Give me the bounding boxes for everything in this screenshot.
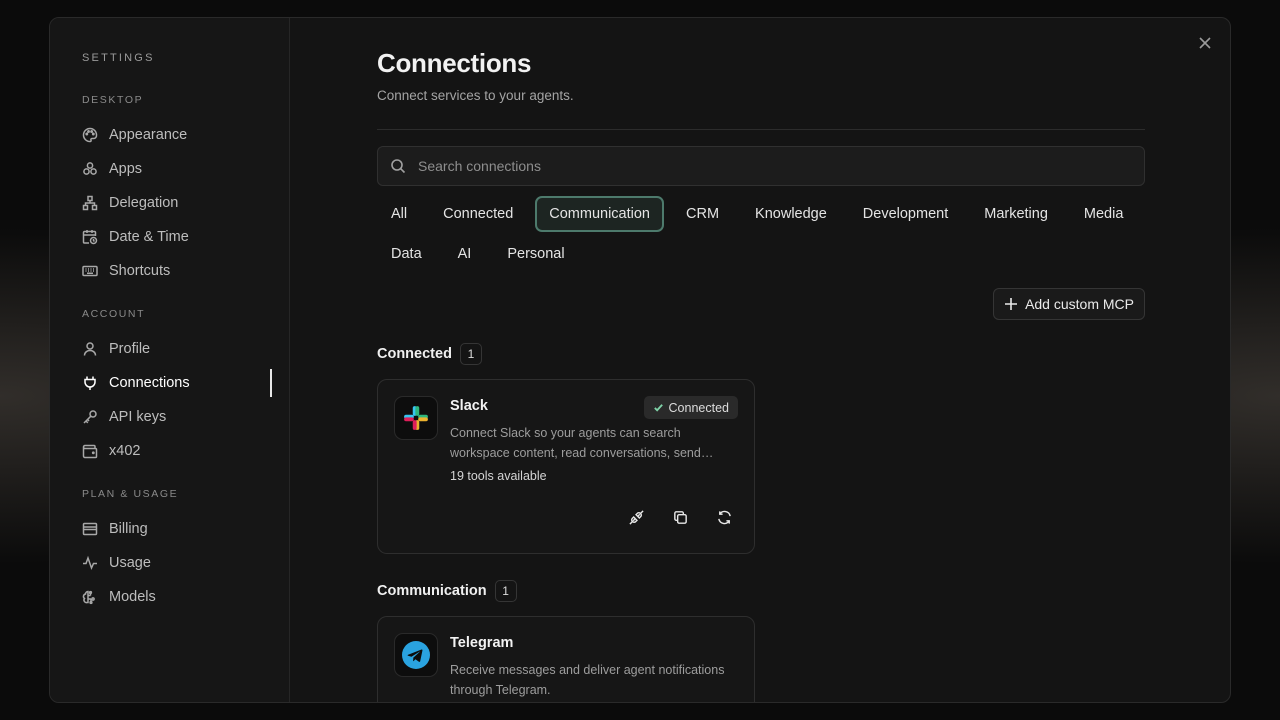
filter-chip-development[interactable]: Development (849, 196, 962, 232)
add-custom-mcp-button[interactable]: Add custom MCP (993, 288, 1145, 320)
sidebar-item-delegation[interactable]: Delegation (82, 186, 289, 220)
plus-icon (1005, 298, 1018, 310)
sidebar-title: SETTINGS (82, 52, 155, 64)
sidebar-item-api-keys[interactable]: API keys (82, 400, 289, 434)
unplug-icon (628, 509, 644, 525)
status-badge: Connected (643, 396, 738, 419)
sidebar-item-label: API keys (109, 409, 167, 425)
search-icon (391, 159, 406, 174)
brain-icon (82, 589, 98, 605)
sidebar-section-label: PLAN & USAGE (82, 488, 179, 500)
close-button[interactable] (1194, 32, 1216, 54)
calendar-clock-icon (82, 229, 98, 245)
filter-chip-marketing[interactable]: Marketing (970, 196, 1062, 232)
settings-modal: SETTINGS DESKTOP Appearance Apps Delegat… (49, 17, 1231, 703)
apps-icon (82, 161, 98, 177)
sidebar-group-account: ACCOUNT Profile Connections API keys x40… (82, 308, 289, 468)
count-badge: 1 (494, 580, 517, 602)
status-label: Connected (668, 400, 729, 415)
refresh-icon (717, 510, 731, 524)
sidebar-item-x402[interactable]: x402 (82, 434, 289, 468)
filter-chip-connected[interactable]: Connected (429, 196, 527, 232)
filter-chip-all[interactable]: All (377, 196, 421, 232)
sidebar-item-label: Connections (109, 375, 190, 391)
key-icon (82, 409, 98, 425)
keyboard-icon (82, 263, 98, 279)
filter-chip-data[interactable]: Data (377, 236, 436, 272)
sidebar-group-desktop: DESKTOP Appearance Apps Delegation Date … (82, 94, 289, 288)
sidebar-item-appearance[interactable]: Appearance (82, 118, 289, 152)
sidebar-item-date-time[interactable]: Date & Time (82, 220, 289, 254)
sidebar-item-apps[interactable]: Apps (82, 152, 289, 186)
sidebar-item-billing[interactable]: Billing (82, 512, 289, 546)
sidebar-item-label: Apps (109, 161, 143, 177)
sidebar-item-shortcuts[interactable]: Shortcuts (82, 254, 289, 288)
card-body: Telegram Receive messages and deliver ag… (450, 635, 738, 700)
copy-button[interactable] (666, 503, 694, 531)
connections-panel: Connections Connect services to your age… (290, 18, 1230, 702)
sidebar-item-label: Appearance (109, 127, 188, 143)
filter-chip-crm[interactable]: CRM (672, 196, 733, 232)
disconnect-button[interactable] (622, 503, 650, 531)
connection-card-slack[interactable]: Connected Slack Connect Slack so your ag… (377, 379, 755, 554)
sidebar-item-models[interactable]: Models (82, 580, 289, 614)
page-subtitle: Connect services to your agents. (377, 88, 574, 103)
sidebar-group-plan-usage: PLAN & USAGE Billing Usage Models (82, 488, 289, 614)
sidebar-item-connections[interactable]: Connections (82, 366, 289, 400)
sidebar-item-label: Billing (109, 521, 148, 537)
filter-chip-personal[interactable]: Personal (493, 236, 578, 272)
section-title: Communication (377, 583, 487, 599)
page-title: Connections (377, 48, 532, 78)
sidebar-item-profile[interactable]: Profile (82, 332, 289, 366)
billing-icon (82, 521, 98, 537)
card-description: Receive messages and deliver agent notif… (450, 663, 725, 697)
sidebar-item-label: x402 (109, 443, 141, 459)
count-badge: 1 (459, 343, 482, 365)
card-actions (606, 503, 738, 531)
sidebar-item-label: Models (109, 589, 156, 605)
activity-icon (82, 555, 98, 571)
sidebar-section-label: ACCOUNT (82, 308, 146, 320)
category-filter-tabs: All Connected Communication CRM Knowledg… (377, 196, 1167, 276)
palette-icon (82, 127, 98, 143)
sidebar-item-label: Date & Time (109, 229, 189, 245)
filter-chip-media[interactable]: Media (1070, 196, 1138, 232)
header-divider (377, 129, 1145, 130)
card-title: Telegram (450, 635, 514, 651)
tools-count: 19 tools available (450, 469, 547, 483)
card-description: Connect Slack so your agents can search … (450, 426, 714, 460)
search-input[interactable] (418, 158, 1098, 174)
connection-card-telegram[interactable]: Telegram Receive messages and deliver ag… (377, 616, 755, 702)
section-header-communication: Communication 1 (377, 580, 1230, 602)
sidebar-item-usage[interactable]: Usage (82, 546, 289, 580)
hierarchy-icon (82, 195, 98, 211)
sidebar-item-label: Delegation (109, 195, 179, 211)
section-header-connected: Connected 1 (377, 343, 1230, 365)
filter-chip-ai[interactable]: AI (444, 236, 486, 272)
settings-sidebar: SETTINGS DESKTOP Appearance Apps Delegat… (50, 18, 290, 702)
sidebar-section-label: DESKTOP (82, 94, 144, 106)
slack-logo-icon (394, 396, 438, 440)
wallet-icon (82, 443, 98, 459)
check-icon (653, 404, 663, 412)
close-icon (1199, 37, 1211, 49)
add-button-label: Add custom MCP (1025, 296, 1134, 312)
user-icon (82, 341, 98, 357)
copy-icon (673, 510, 687, 524)
sidebar-item-label: Usage (109, 555, 151, 571)
section-title: Connected (377, 346, 452, 362)
refresh-button[interactable] (710, 503, 738, 531)
filter-chip-knowledge[interactable]: Knowledge (741, 196, 841, 232)
sidebar-item-label: Profile (109, 341, 151, 357)
sidebar-item-label: Shortcuts (109, 263, 171, 279)
filter-chip-communication[interactable]: Communication (535, 196, 665, 232)
toolbar-row: Add custom MCP (377, 288, 1145, 320)
telegram-logo-icon (394, 633, 438, 677)
plug-icon (82, 375, 98, 391)
search-box[interactable] (377, 146, 1145, 186)
